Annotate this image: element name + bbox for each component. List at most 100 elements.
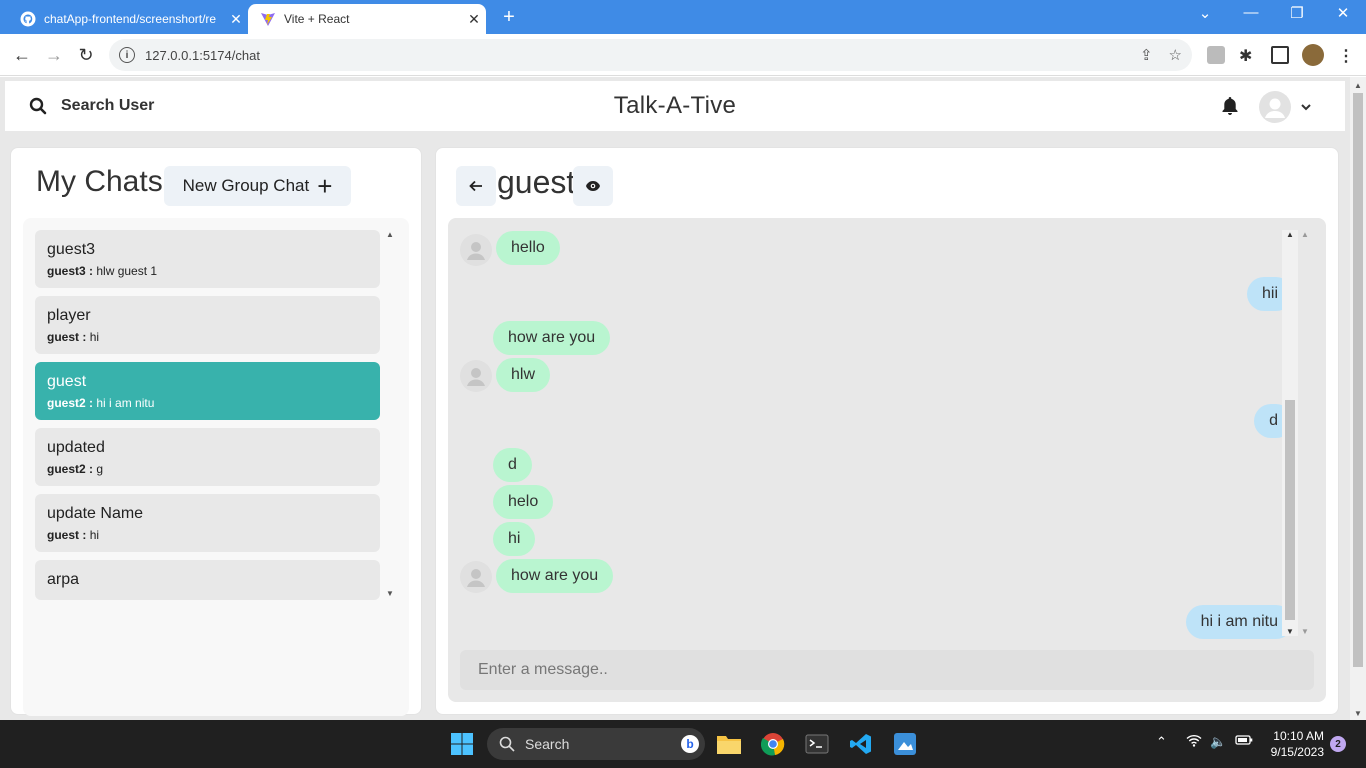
scrollbar-thumb[interactable] <box>1285 400 1295 620</box>
chat-item[interactable]: player guest : hi <box>35 296 380 354</box>
close-tab-icon[interactable]: ✕ <box>462 11 486 28</box>
notification-badge[interactable]: 2 <box>1330 736 1346 752</box>
bookmark-star-icon[interactable]: ☆ <box>1169 46 1182 64</box>
latest-sender: guest2 : <box>47 396 94 410</box>
outer-scrollbar[interactable]: ▲ ▼ <box>1300 230 1310 636</box>
message-outgoing: hi i am nitu <box>1185 605 1293 639</box>
tab-title: Vite + React <box>284 12 350 26</box>
back-icon[interactable]: ← <box>11 44 33 66</box>
system-clock[interactable]: 10:10 AM 9/15/2023 <box>1262 728 1324 760</box>
page-scrollbar[interactable]: ▲ ▼ <box>1350 77 1366 720</box>
site-info-icon[interactable]: i <box>119 47 135 63</box>
scroll-up-icon[interactable]: ▲ <box>1300 230 1310 239</box>
tab-search-icon[interactable]: ⌄ <box>1190 4 1220 22</box>
avatar <box>1259 91 1291 123</box>
show-hidden-icons[interactable]: ⌃ <box>1156 734 1167 750</box>
eye-icon <box>586 181 600 191</box>
chat-latest-message: guest2 : g <box>47 462 368 476</box>
profile-avatar[interactable] <box>1302 44 1324 66</box>
latest-sender: guest3 : <box>47 264 94 278</box>
taskbar-search-label: Search <box>525 736 570 752</box>
my-chats-panel: My Chats New Group Chat + guest3 guest3 … <box>10 147 422 716</box>
tab-github[interactable]: chatApp-frontend/screenshort/re ✕ <box>8 4 248 34</box>
search-user-label: Search User <box>61 97 155 114</box>
scroll-down-icon[interactable]: ▼ <box>1350 709 1366 718</box>
share-icon[interactable]: ⇪ <box>1140 46 1153 64</box>
volume-icon[interactable]: 🔈 <box>1210 734 1226 750</box>
message-incoming: hello <box>496 231 560 265</box>
brand-title: Talk-A-Tive <box>613 92 737 119</box>
view-profile-button[interactable] <box>573 166 613 206</box>
sender-avatar[interactable] <box>460 561 492 593</box>
restore-icon[interactable]: ❐ <box>1282 4 1312 22</box>
latest-text: g <box>96 462 104 476</box>
forward-icon[interactable]: → <box>43 44 65 66</box>
scroll-up-icon[interactable]: ▲ <box>1350 77 1366 90</box>
message-input[interactable] <box>460 650 1314 690</box>
my-chats-title: My Chats <box>36 165 163 198</box>
github-icon <box>20 11 36 27</box>
menu-icon[interactable]: ⋮ <box>1338 46 1356 65</box>
close-tab-icon[interactable]: ✕ <box>224 11 248 28</box>
sender-avatar[interactable] <box>460 234 492 266</box>
chat-item-active[interactable]: guest guest2 : hi i am nitu <box>35 362 380 420</box>
scroll-down-icon[interactable]: ▼ <box>1282 627 1298 636</box>
latest-text: hi <box>89 330 100 344</box>
url-text: 127.0.0.1:5174/chat <box>145 47 260 63</box>
app-header: Search User Talk-A-Tive <box>5 81 1345 131</box>
latest-text: hlw guest 1 <box>96 264 158 278</box>
chat-list-scrollbar[interactable]: ▲ ▼ <box>385 230 395 598</box>
wifi-icon[interactable] <box>1186 734 1202 750</box>
message-incoming: d <box>493 448 532 482</box>
windows-start-icon[interactable] <box>446 728 478 760</box>
search-icon <box>29 97 47 115</box>
new-tab-icon[interactable]: + <box>498 6 520 29</box>
scroll-up-icon[interactable]: ▲ <box>385 230 395 239</box>
chat-name: player <box>47 307 91 324</box>
address-bar-row: ← → ↻ i 127.0.0.1:5174/chat ⇪ ☆ ✱ ⋮ <box>0 34 1366 76</box>
latest-text: hi <box>89 528 100 542</box>
chrome-icon[interactable] <box>757 728 789 760</box>
search-user-button[interactable]: Search User <box>29 97 154 115</box>
terminal-icon[interactable] <box>801 728 833 760</box>
back-button[interactable] <box>456 166 496 206</box>
scroll-down-icon[interactable]: ▼ <box>385 589 395 598</box>
scroll-down-icon[interactable]: ▼ <box>1300 627 1310 636</box>
chat-latest-message: guest3 : hlw guest 1 <box>47 264 368 278</box>
sender-avatar[interactable] <box>460 360 492 392</box>
reload-icon[interactable]: ↻ <box>75 44 97 66</box>
plus-icon: + <box>317 171 333 201</box>
chat-item[interactable]: guest3 guest3 : hlw guest 1 <box>35 230 380 288</box>
extension-icon[interactable] <box>1207 46 1225 64</box>
chat-item[interactable]: update Name guest : hi <box>35 494 380 552</box>
puzzle-icon[interactable]: ✱ <box>1239 46 1257 65</box>
file-explorer-icon[interactable] <box>713 728 745 760</box>
chat-item[interactable]: arpa <box>35 560 380 600</box>
chat-name: arpa <box>47 571 80 588</box>
tab-vite-react[interactable]: Vite + React ✕ <box>248 4 486 34</box>
scroll-up-icon[interactable]: ▲ <box>1282 230 1298 239</box>
new-group-chat-button[interactable]: New Group Chat + <box>164 166 351 206</box>
minimize-icon[interactable]: — <box>1236 4 1266 21</box>
search-icon <box>499 736 515 752</box>
latest-sender: guest : <box>47 330 87 344</box>
bing-icon[interactable]: b <box>681 735 699 753</box>
profile-menu-button[interactable] <box>1259 91 1311 123</box>
vscode-icon[interactable] <box>845 728 877 760</box>
chat-item[interactable]: updated guest2 : g <box>35 428 380 486</box>
battery-icon[interactable] <box>1235 734 1253 749</box>
chat-name: guest3 <box>47 241 96 258</box>
taskbar-search[interactable]: Search b <box>487 728 705 760</box>
messages-container: hello hii how are you hlw d d helo hi ho… <box>448 218 1326 702</box>
close-window-icon[interactable]: ✕ <box>1328 4 1358 22</box>
message-list[interactable]: hello hii how are you hlw d d helo hi ho… <box>448 218 1293 639</box>
message-incoming: how are you <box>496 559 614 593</box>
app-icon[interactable] <box>889 728 921 760</box>
message-incoming: helo <box>493 485 554 519</box>
url-bar[interactable]: i 127.0.0.1:5174/chat ⇪ ☆ <box>109 39 1192 71</box>
messages-scrollbar[interactable]: ▲ ▼ <box>1282 230 1298 636</box>
chat-list[interactable]: guest3 guest3 : hlw guest 1 player guest… <box>35 230 380 608</box>
scrollbar-thumb[interactable] <box>1353 93 1363 667</box>
bell-icon[interactable] <box>1221 96 1239 121</box>
side-panel-icon[interactable] <box>1271 46 1289 64</box>
